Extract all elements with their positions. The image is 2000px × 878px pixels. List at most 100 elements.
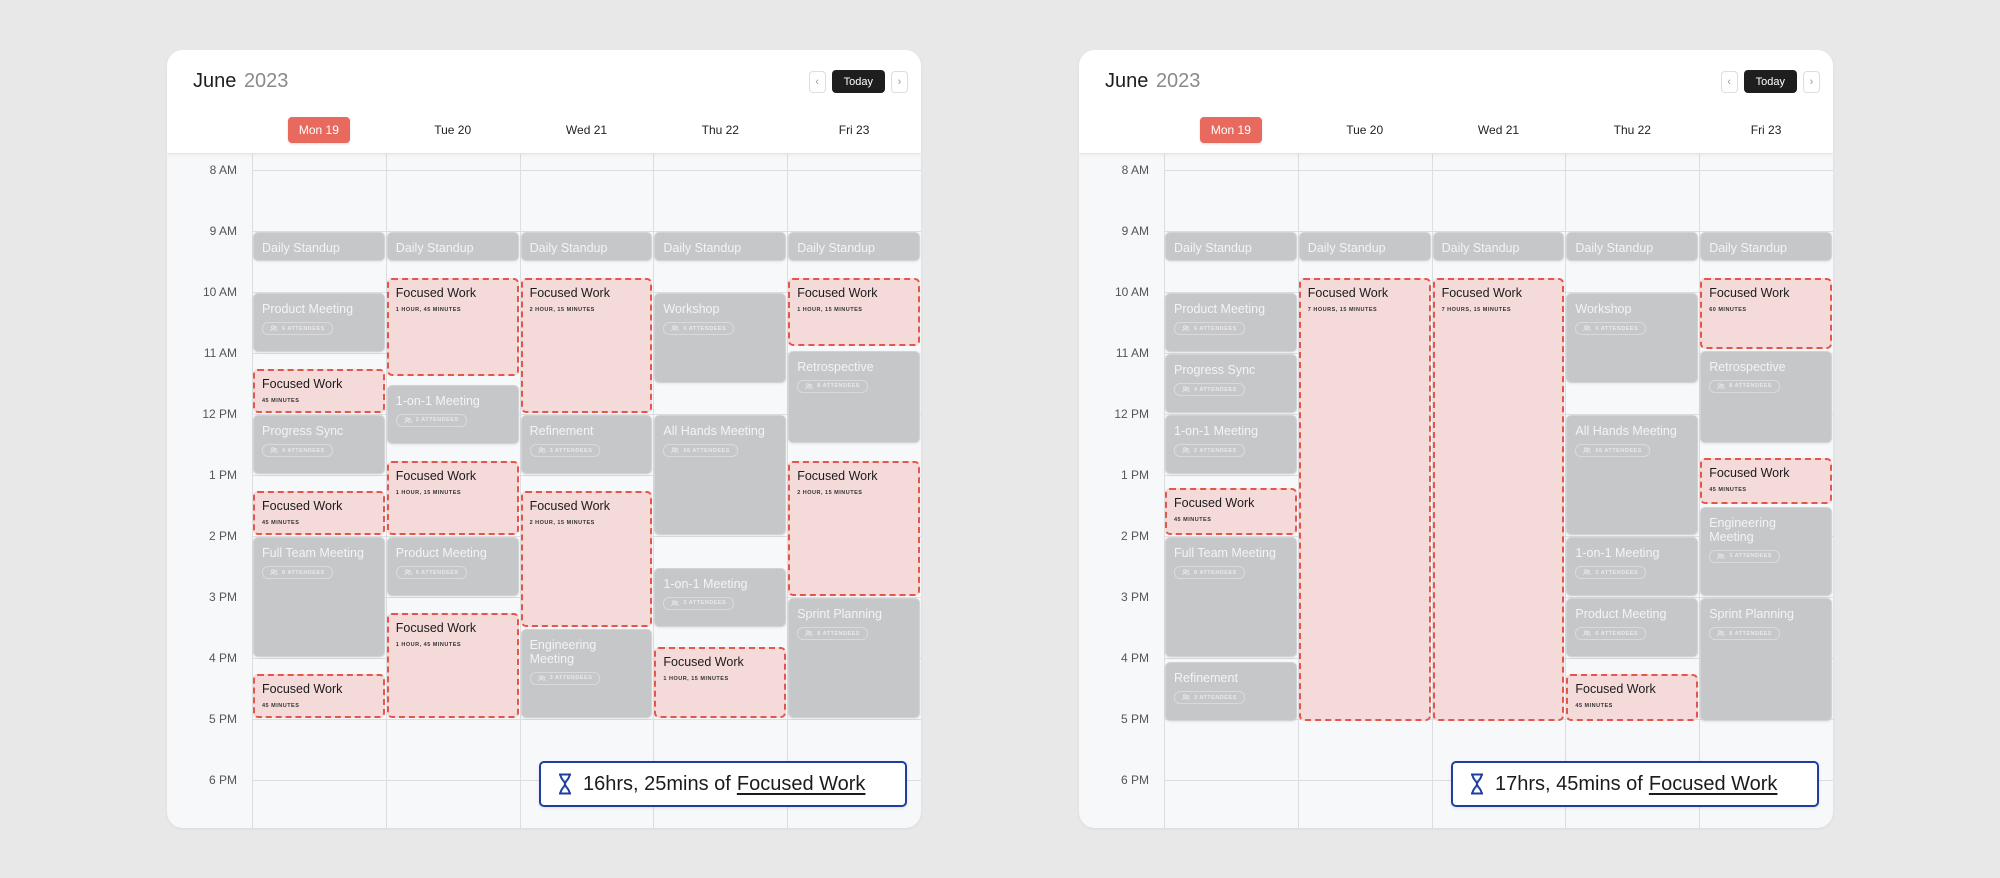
meeting-event[interactable]: Product Meeting 6 Attendees	[1165, 293, 1297, 352]
meeting-event[interactable]: Refinement 3 Attendees	[520, 415, 653, 474]
focused-work-link[interactable]: Focused Work	[1649, 773, 1778, 796]
meeting-event[interactable]: Daily Standup	[1700, 232, 1832, 261]
day-header-today[interactable]: Mon 19	[1164, 116, 1298, 144]
meeting-event[interactable]: Engineering Meeting 3 Attendees	[1700, 506, 1832, 596]
attendees-icon	[1182, 325, 1190, 332]
meeting-event[interactable]: Full Team Meeting 8 Attendees	[1165, 537, 1297, 657]
meeting-event[interactable]: 1-on-1 Meeting 2 Attendees	[386, 384, 519, 444]
focused-work-block[interactable]: Focused Work 45 Minutes	[253, 369, 385, 413]
focused-work-link[interactable]: Focused Work	[737, 773, 866, 796]
meeting-event[interactable]: Sprint Planning 8 Attendees	[788, 598, 920, 718]
focused-work-block[interactable]: Focused Work 45 Minutes	[1566, 674, 1699, 722]
event-title: 1-on-1 Meeting	[663, 576, 748, 591]
event-duration: 1 Hour, 15 Minutes	[395, 489, 462, 496]
meeting-event[interactable]: Daily Standup	[386, 232, 519, 261]
meeting-event[interactable]: Product Meeting 6 Attendees	[1566, 598, 1699, 657]
event-title: Full Team Meeting	[262, 546, 364, 560]
event-title: Daily Standup	[663, 241, 742, 255]
meeting-event[interactable]: Retrospective 8 Attendees	[788, 350, 920, 444]
attendees-badge: 6 Attendees	[1174, 322, 1245, 335]
attendees-icon	[671, 447, 680, 454]
day-header[interactable]: Tue 20	[1298, 116, 1432, 144]
meeting-event[interactable]: Workshop 6 Attendees	[654, 293, 787, 383]
meeting-event[interactable]: Daily Standup	[1298, 232, 1431, 261]
chevron-right-icon: ›	[897, 75, 902, 88]
today-button[interactable]: Today	[831, 70, 885, 93]
next-week-button[interactable]: ›	[1803, 70, 1820, 93]
meeting-event[interactable]: Refinement 3 Attendees	[1165, 662, 1297, 722]
meeting-event[interactable]: Full Team Meeting 8 Attendees	[253, 537, 385, 657]
meeting-event[interactable]: Daily Standup	[253, 232, 385, 261]
event-duration: 45 Minutes	[262, 520, 300, 527]
focused-work-block[interactable]: Focused Work 45 Minutes	[1165, 488, 1297, 535]
meeting-event[interactable]: Product Meeting 6 Attendees	[253, 293, 385, 352]
hour-label: 11 AM	[1115, 346, 1149, 360]
today-button[interactable]: Today	[1743, 70, 1797, 93]
meeting-event[interactable]: Engineering Meeting 3 Attendees	[520, 628, 653, 718]
day-header[interactable]: Thu 22	[653, 116, 787, 144]
event-title: Sprint Planning	[1709, 607, 1794, 621]
attendees-badge: 4 Attendees	[262, 444, 333, 457]
attendees-badge: 6 Attendees	[395, 566, 467, 579]
next-week-button[interactable]: ›	[891, 70, 908, 93]
meeting-event[interactable]: Retrospective 8 Attendees	[1700, 350, 1832, 444]
attendees-badge: 8 Attendees	[797, 627, 868, 640]
focused-work-block[interactable]: Focused Work 60 Minutes	[1700, 277, 1832, 349]
attendees-count: 8 Attendees	[1729, 630, 1772, 637]
attendees-count: 8 Attendees	[282, 569, 325, 576]
focused-work-block[interactable]: Focused Work 1 Hour, 15 Minutes	[654, 646, 787, 718]
hour-label: 1 PM	[208, 468, 237, 482]
event-title: Product Meeting	[262, 302, 354, 316]
day-header[interactable]: Fri 23	[787, 116, 921, 144]
previous-week-button[interactable]: ‹	[1720, 70, 1738, 93]
hour-label: 4 PM	[208, 651, 237, 665]
attendees-count: 2 Attendees	[1595, 569, 1639, 576]
focused-work-block[interactable]: Focused Work 2 Hour, 15 Minutes	[788, 460, 920, 596]
attendees-icon	[1717, 630, 1725, 637]
day-header[interactable]: Wed 21	[1432, 116, 1566, 144]
focused-work-block[interactable]: Focused Work 45 Minutes	[253, 491, 385, 535]
chevron-left-icon: ‹	[815, 75, 819, 88]
focused-work-block[interactable]: Focused Work 1 Hour, 45 Minutes	[386, 613, 519, 718]
focused-work-block[interactable]: Focused Work 2 Hour, 15 Minutes	[520, 491, 653, 627]
previous-week-button[interactable]: ‹	[808, 70, 826, 93]
meeting-event[interactable]: Progress Sync 4 Attendees	[1165, 354, 1297, 413]
event-duration: 7 Hours, 15 Minutes	[1307, 306, 1378, 313]
year-label: 2023	[243, 70, 289, 92]
day-header[interactable]: Thu 22	[1565, 116, 1699, 144]
focused-work-block[interactable]: Focused Work 1 Hour, 15 Minutes	[788, 277, 920, 346]
focused-work-block[interactable]: Focused Work 1 Hour, 45 Minutes	[386, 277, 519, 377]
day-header[interactable]: Fri 23	[1699, 116, 1833, 144]
meeting-event[interactable]: Progress Sync 4 Attendees	[253, 415, 385, 474]
meeting-event[interactable]: Daily Standup	[1165, 232, 1297, 261]
day-header-today[interactable]: Mon 19	[252, 116, 386, 144]
day-header[interactable]: Wed 21	[520, 116, 654, 144]
meeting-event[interactable]: 1-on-1 Meeting 2 Attendees	[1165, 415, 1297, 474]
meeting-event[interactable]: Daily Standup	[520, 232, 653, 261]
meeting-event[interactable]: Product Meeting 6 Attendees	[386, 537, 519, 596]
chevron-left-icon: ‹	[1727, 75, 1731, 88]
meeting-event[interactable]: Daily Standup	[654, 232, 787, 261]
time-grid: 8 AM 9 AM 10 AM 11 AM 12 PM 1 PM 2 PM 3 PM 4 PM 5…	[167, 154, 921, 828]
focused-work-block[interactable]: Focused Work 7 Hours, 15 Minutes	[1432, 277, 1565, 722]
meeting-event[interactable]: Daily Standup	[1566, 232, 1699, 261]
calendar-header: June 2023 ‹ Today › Mon 19 Tue 20 Wed 21…	[167, 50, 921, 154]
meeting-event[interactable]: Daily Standup	[1432, 232, 1565, 261]
focused-work-block[interactable]: Focused Work 45 Minutes	[253, 674, 385, 718]
meeting-event[interactable]: All Hands Meeting 56 Attendees	[1566, 415, 1699, 535]
focused-work-block[interactable]: Focused Work 45 Minutes	[1700, 457, 1832, 505]
hour-gridline	[252, 719, 921, 720]
focused-work-block[interactable]: Focused Work 1 Hour, 15 Minutes	[386, 460, 519, 535]
focused-work-block[interactable]: Focused Work 7 Hours, 15 Minutes	[1298, 277, 1431, 722]
day-header[interactable]: Tue 20	[386, 116, 520, 144]
focused-work-block[interactable]: Focused Work 2 Hour, 15 Minutes	[520, 277, 653, 413]
attendees-icon	[805, 630, 813, 637]
meeting-event[interactable]: All Hands Meeting 56 Attendees	[654, 415, 787, 535]
meeting-event[interactable]: 1-on-1 Meeting 2 Attendees	[1566, 537, 1699, 596]
meeting-event[interactable]: 1-on-1 Meeting 2 Attendees	[654, 567, 787, 627]
meeting-event[interactable]: Sprint Planning 8 Attendees	[1700, 598, 1832, 722]
meeting-event[interactable]: Workshop 6 Attendees	[1566, 293, 1699, 383]
meeting-event[interactable]: Daily Standup	[788, 232, 920, 261]
hour-label: 6 PM	[1120, 773, 1149, 787]
hour-label: 9 AM	[1121, 224, 1149, 238]
